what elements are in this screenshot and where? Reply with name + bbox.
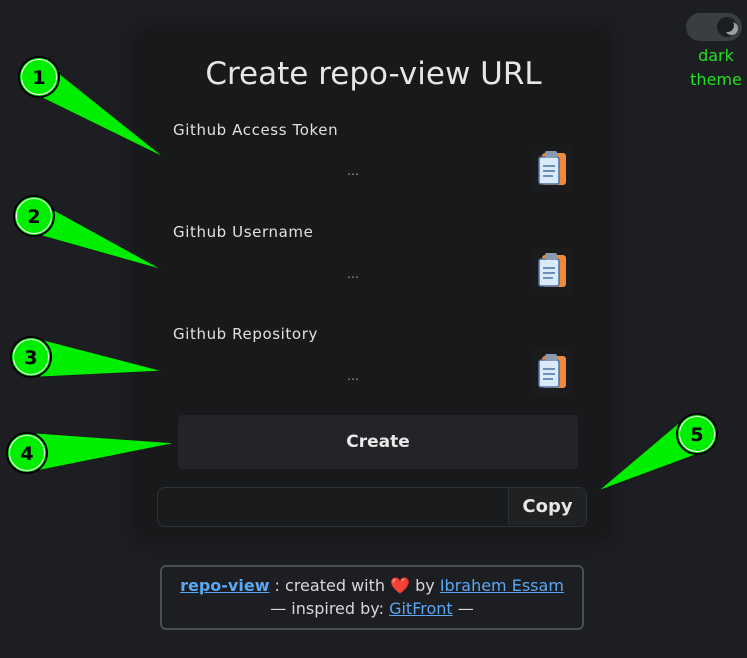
annotation-4-label: 4	[20, 443, 33, 465]
annotation-3-label: 3	[24, 347, 37, 369]
annotation-5: 5	[597, 413, 718, 492]
annotation-2: 2	[13, 195, 164, 271]
annotation-4: 4	[6, 432, 177, 474]
annotation-2-label: 2	[27, 206, 40, 228]
annotation-3: 3	[10, 336, 164, 378]
annotation-overlay: 1 2 3 4 5	[6, 56, 718, 492]
annotation-1: 1	[18, 56, 166, 159]
page: dark theme Create repo-view URL Github A…	[0, 0, 747, 658]
annotation-1-label: 1	[32, 67, 45, 89]
annotation-5-label: 5	[690, 424, 703, 446]
